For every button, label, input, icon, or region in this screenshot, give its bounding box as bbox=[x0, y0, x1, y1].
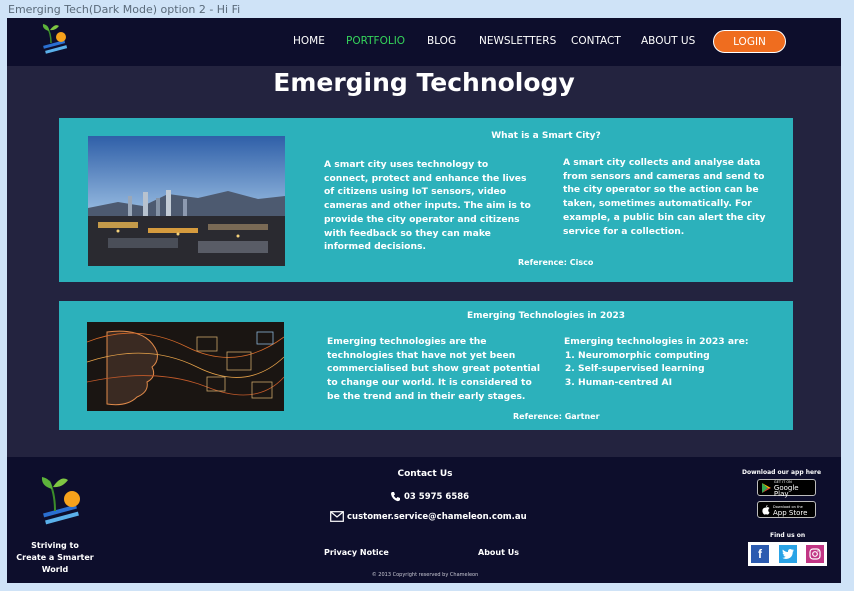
nav-portfolio[interactable]: PORTFOLIO bbox=[346, 35, 405, 47]
download-heading: Download our app here bbox=[742, 469, 822, 476]
card-text-right: A smart city collects and analyse data f… bbox=[563, 157, 766, 237]
nav-newsletters[interactable]: NEWSLETTERS bbox=[479, 35, 556, 47]
google-play-button[interactable]: GET IT ON Google Play bbox=[757, 479, 816, 498]
nav-contact[interactable]: CONTACT bbox=[571, 35, 621, 47]
find-us-heading: Find us on bbox=[770, 532, 806, 539]
list-item: Human-centred AI bbox=[578, 376, 774, 390]
footer-logo-icon bbox=[41, 477, 80, 525]
nav-blog[interactable]: BLOG bbox=[427, 35, 456, 47]
app-store-button[interactable]: Download on the App Store bbox=[757, 501, 816, 518]
google-play-icon bbox=[762, 482, 771, 493]
store-name: Google Play bbox=[773, 483, 799, 498]
smart-city-card: What is a Smart City? A smart city uses … bbox=[59, 118, 793, 282]
ai-face-image bbox=[87, 322, 284, 411]
page-frame: HOME PORTFOLIO BLOG NEWSLETTERS CONTACT … bbox=[7, 18, 841, 583]
contact-heading: Contact Us bbox=[397, 469, 453, 479]
page-title: Emerging Technology bbox=[273, 68, 575, 97]
phone-number[interactable]: 03 5975 6586 bbox=[404, 492, 469, 502]
card-list-block: Emerging technologies in 2023 are: Neuro… bbox=[564, 335, 774, 390]
email-address[interactable]: customer.service@chameleon.com.au bbox=[347, 512, 527, 522]
card-text-left: Emerging technologies are the technologi… bbox=[327, 336, 541, 402]
list-intro: Emerging technologies in 2023 are: bbox=[564, 336, 749, 347]
phone-row[interactable]: 03 5975 6586 bbox=[390, 491, 469, 502]
about-us-link[interactable]: About Us bbox=[478, 548, 519, 557]
twitter-icon[interactable] bbox=[779, 545, 797, 563]
card-heading: What is a Smart City? bbox=[491, 131, 601, 141]
store-name: App Store bbox=[773, 508, 808, 517]
top-nav: HOME PORTFOLIO BLOG NEWSLETTERS CONTACT … bbox=[7, 18, 841, 66]
email-row[interactable]: customer.service@chameleon.com.au bbox=[330, 511, 527, 522]
tech-list: Neuromorphic computing Self-supervised l… bbox=[564, 349, 774, 390]
mail-icon bbox=[330, 511, 344, 522]
list-item: Self-supervised learning bbox=[578, 362, 774, 376]
card-text-left: A smart city uses technology to connect,… bbox=[324, 159, 531, 253]
emerging-tech-card: Emerging Technologies in 2023 Emerging t… bbox=[59, 301, 793, 430]
city-skyline-image bbox=[88, 136, 285, 266]
social-links: f bbox=[748, 542, 827, 566]
copyright-text: © 2013 Copyright reserved by Chameleon bbox=[371, 572, 479, 578]
footer: Striving to Create a Smarter World Conta… bbox=[7, 457, 841, 583]
phone-icon bbox=[391, 492, 400, 502]
facebook-icon[interactable]: f bbox=[751, 545, 769, 563]
card-heading: Emerging Technologies in 2023 bbox=[466, 311, 626, 321]
nav-about-us[interactable]: ABOUT US bbox=[641, 35, 695, 47]
list-item: Neuromorphic computing bbox=[578, 349, 774, 363]
reference-text: Reference: Gartner bbox=[513, 412, 600, 421]
logo-icon[interactable] bbox=[39, 21, 71, 55]
privacy-notice-link[interactable]: Privacy Notice bbox=[324, 548, 389, 557]
login-button[interactable]: LOGIN bbox=[713, 30, 786, 53]
apple-icon bbox=[762, 504, 770, 515]
reference-text: Reference: Cisco bbox=[518, 258, 594, 267]
footer-tagline: Striving to Create a Smarter World bbox=[16, 541, 94, 574]
window-title: Emerging Tech(Dark Mode) option 2 - Hi F… bbox=[8, 3, 241, 16]
instagram-icon[interactable] bbox=[806, 545, 824, 563]
nav-home[interactable]: HOME bbox=[293, 35, 325, 47]
